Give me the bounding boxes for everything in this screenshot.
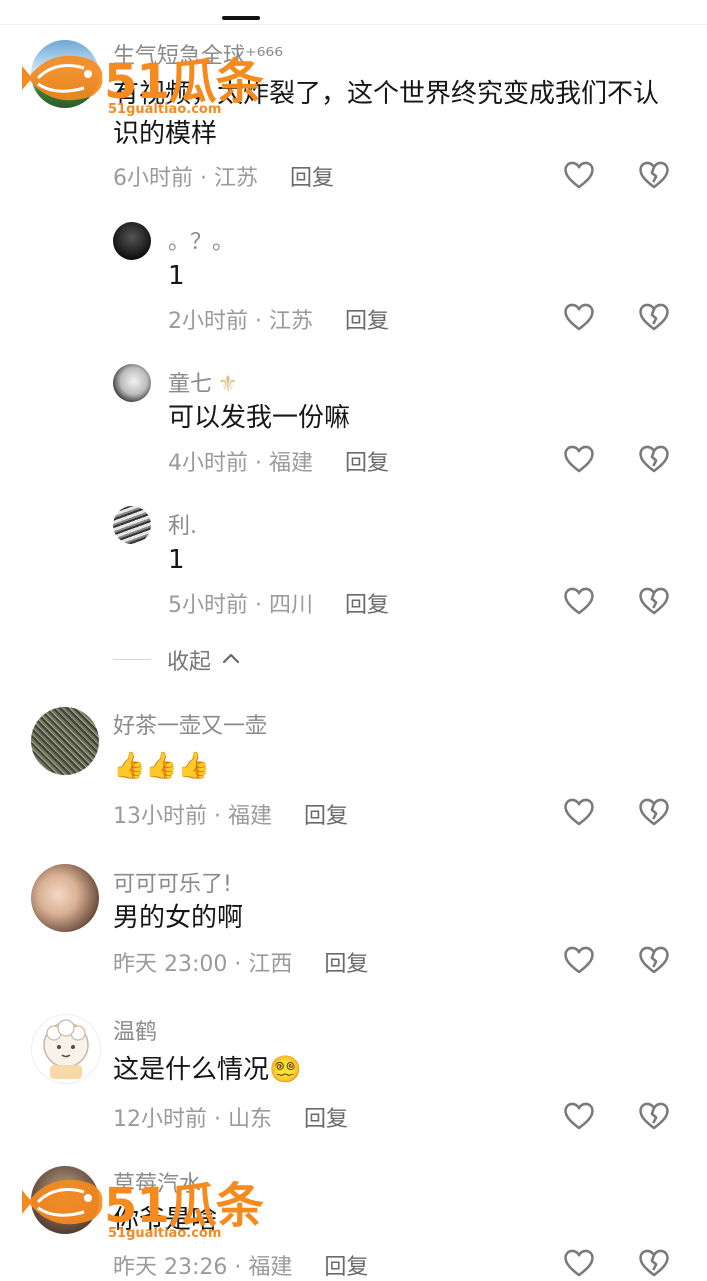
broken-heart-icon[interactable] (637, 1099, 671, 1133)
broken-heart-icon[interactable] (637, 300, 671, 334)
comment-meta: 12小时前 · 山东 回复 (113, 1101, 348, 1133)
active-tab-indicator (222, 16, 260, 20)
avatar[interactable] (31, 707, 99, 775)
comment-username[interactable]: 利. (168, 508, 197, 540)
comment-username[interactable]: 童七 ⚜ (168, 366, 238, 398)
comment-time: 2小时前 (168, 309, 248, 334)
meta-separator: · (248, 309, 269, 334)
comment-time: 4小时前 (168, 451, 248, 476)
heart-outline-icon[interactable] (562, 795, 596, 829)
comment-location: 山东 (227, 1107, 272, 1132)
heart-outline-icon[interactable] (562, 943, 596, 977)
reply-button[interactable]: 回复 (324, 1255, 368, 1280)
comment-meta: 6小时前 · 江苏 回复 (113, 160, 334, 192)
comment-time: 昨天 23:26 (113, 1255, 228, 1280)
comment-username[interactable]: 。？。 (168, 224, 234, 256)
comment-time: 12小时前 (113, 1107, 207, 1132)
comment-time: 13小时前 (113, 804, 207, 829)
comment-location: 江苏 (268, 309, 313, 334)
comment-meta: 2小时前 · 江苏 回复 (168, 303, 389, 335)
meta-separator: · (193, 166, 214, 191)
comment-text[interactable]: 可以发我一份嘛 (168, 398, 350, 438)
comment-text[interactable]: 1 (168, 540, 185, 580)
heart-outline-icon[interactable] (562, 300, 596, 334)
comment-location: 福建 (268, 451, 313, 476)
meta-separator: · (207, 804, 228, 829)
comment-location: 四川 (268, 593, 313, 618)
reply-button[interactable]: 回复 (345, 309, 389, 334)
reply-button[interactable]: 回复 (345, 593, 389, 618)
watermark-logo: 51瓜条 51gualtiao.com (22, 38, 282, 128)
reply-button[interactable]: 回复 (304, 804, 348, 829)
broken-heart-icon[interactable] (637, 158, 671, 192)
meta-separator: · (227, 1255, 249, 1280)
watermark-url: 51gualtiao.com (108, 102, 222, 117)
fish-logo-icon (22, 55, 103, 101)
broken-heart-icon[interactable] (637, 943, 671, 977)
meta-separator: · (248, 593, 269, 618)
heart-outline-icon[interactable] (562, 442, 596, 476)
collapse-divider (113, 659, 151, 660)
meta-separator: · (207, 1107, 228, 1132)
username-text: 童七 (168, 372, 213, 397)
reply-button[interactable]: 回复 (345, 451, 389, 476)
avatar[interactable] (113, 506, 151, 544)
collapse-label: 收起 (167, 650, 212, 675)
top-tab-bar (0, 0, 707, 25)
comment-meta: 13小时前 · 福建 回复 (113, 798, 348, 830)
meta-separator: · (227, 952, 249, 977)
comment-meta: 昨天 23:00 · 江西 回复 (113, 946, 368, 978)
comment-text[interactable]: 男的女的啊 (113, 898, 243, 938)
comment-meta: 昨天 23:26 · 福建 回复 (113, 1249, 368, 1281)
broken-heart-icon[interactable] (637, 795, 671, 829)
heart-outline-icon[interactable] (562, 584, 596, 618)
avatar[interactable] (113, 222, 151, 260)
comment-time: 昨天 23:00 (113, 952, 228, 977)
comment-username[interactable]: 好茶一壶又一壶 (113, 708, 267, 740)
comment-username[interactable]: 温鹤 (113, 1014, 157, 1046)
avatar[interactable] (113, 364, 151, 402)
comment-location: 江西 (248, 952, 293, 977)
avatar[interactable] (31, 864, 99, 932)
comment-location: 江苏 (213, 166, 258, 191)
fish-logo-icon (22, 1179, 103, 1225)
watermark-logo: 51瓜条 51gualtiao.com (22, 1162, 282, 1252)
comment-text[interactable]: 👍👍👍 (113, 746, 210, 786)
chevron-up-icon (222, 653, 240, 664)
reply-button[interactable]: 回复 (324, 952, 368, 977)
heart-outline-icon[interactable] (562, 1246, 596, 1280)
reply-button[interactable]: 回复 (304, 1107, 348, 1132)
comment-text[interactable]: 1 (168, 256, 185, 296)
comment-location: 福建 (227, 804, 272, 829)
watermark-url: 51gualtiao.com (108, 1226, 222, 1241)
comment-username[interactable]: 可可可乐了! (113, 866, 232, 898)
meta-separator: · (248, 451, 269, 476)
heart-outline-icon[interactable] (562, 1099, 596, 1133)
comment-meta: 4小时前 · 福建 回复 (168, 445, 389, 477)
comment-time: 5小时前 (168, 593, 248, 618)
broken-heart-icon[interactable] (637, 442, 671, 476)
comment-location: 福建 (248, 1255, 293, 1280)
comment-meta: 5小时前 · 四川 回复 (168, 587, 389, 619)
comment-text[interactable]: 这是什么情况😵‍💫 (113, 1050, 301, 1090)
comment-time: 6小时前 (113, 166, 193, 191)
broken-heart-icon[interactable] (637, 584, 671, 618)
cartoon-sheep-avatar-icon (43, 1019, 89, 1079)
fleur-de-lis-icon: ⚜ (218, 372, 238, 397)
broken-heart-icon[interactable] (637, 1246, 671, 1280)
heart-outline-icon[interactable] (562, 158, 596, 192)
reply-button[interactable]: 回复 (290, 166, 334, 191)
avatar[interactable] (31, 1014, 101, 1084)
